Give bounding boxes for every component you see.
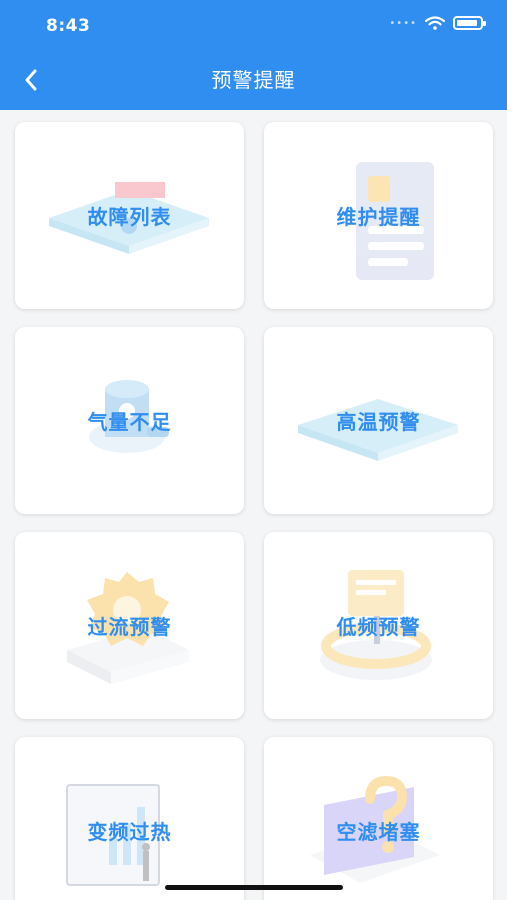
card-label: 气量不足 — [87, 410, 172, 434]
page-title: 预警提醒 — [211, 68, 296, 92]
card-label: 过流预警 — [87, 615, 172, 639]
card-air-filter-blocked[interactable]: 空滤堵塞 — [264, 737, 493, 900]
card-high-temperature[interactable]: 高温预警 — [264, 327, 493, 514]
card-label: 低频预警 — [336, 615, 421, 639]
card-low-gas[interactable]: 气量不足 — [15, 327, 244, 514]
card-label: 高温预警 — [336, 410, 421, 434]
card-overcurrent[interactable]: 过流预警 — [15, 532, 244, 719]
card-label: 变频过热 — [87, 820, 172, 844]
card-low-frequency[interactable]: 低频预警 — [264, 532, 493, 719]
warning-card-grid: 故障列表 维护提醒 气量不足 高温预警 过流预警 低频预警 变频过热 空滤堵塞 — [15, 122, 493, 900]
signal-icon: •••• — [389, 17, 417, 29]
status-icons: •••• — [389, 16, 486, 30]
card-label: 维护提醒 — [336, 205, 421, 229]
card-maintenance-reminder[interactable]: 维护提醒 — [264, 122, 493, 309]
card-inverter-overheat[interactable]: 变频过热 — [15, 737, 244, 900]
battery-icon — [453, 16, 486, 30]
header-bar: 8:43 •••• 预警提醒 — [0, 0, 507, 110]
card-label: 故障列表 — [87, 205, 172, 229]
card-label: 空滤堵塞 — [336, 820, 421, 844]
status-time: 8:43 — [46, 16, 91, 36]
home-indicator[interactable] — [165, 885, 343, 890]
wifi-icon — [425, 16, 445, 30]
card-fault-list[interactable]: 故障列表 — [15, 122, 244, 309]
